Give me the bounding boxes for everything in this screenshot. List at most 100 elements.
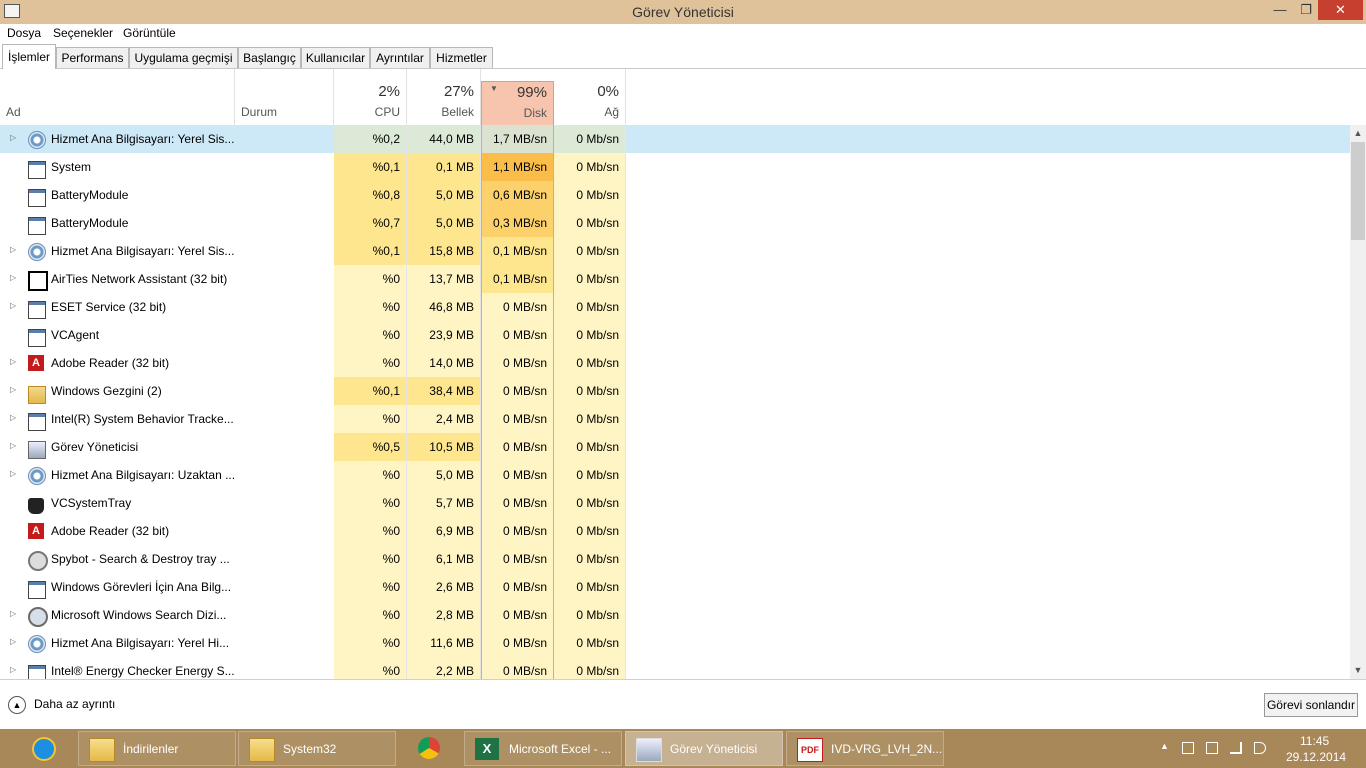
process-row[interactable]: ▷ ESET Service (32 bit) %0 46,8 MB 0 MB/sn 0 … xyxy=(0,293,1350,321)
folder-icon xyxy=(249,738,275,762)
cpu-cell: %0 xyxy=(334,265,407,293)
expand-arrow-icon[interactable]: ▷ xyxy=(10,245,16,254)
taskbar-downloads[interactable]: İndirilenler xyxy=(78,731,236,766)
process-row[interactable]: ▷ Intel® Energy Checker Energy S... %0 2,2 … xyxy=(0,657,1350,679)
disk-cell: 0 MB/sn xyxy=(481,321,554,349)
process-row[interactable]: System %0,1 0,1 MB 1,1 MB/sn 0 Mb/sn xyxy=(0,153,1350,181)
process-row[interactable]: ▷ A Adobe Reader (32 bit) %0 14,0 MB 0 MB/sn 0… xyxy=(0,349,1350,377)
window-icon xyxy=(28,665,46,679)
network-cell: 0 Mb/sn xyxy=(554,209,626,237)
expand-arrow-icon[interactable]: ▷ xyxy=(10,609,16,618)
disk-cell: 0 MB/sn xyxy=(481,657,554,679)
tab-details[interactable]: Ayrıntılar xyxy=(370,47,430,68)
disk-percent: 99% xyxy=(516,84,547,101)
vc-tray-icon xyxy=(28,498,44,514)
show-hidden-icons-icon[interactable]: ▲ xyxy=(1160,741,1169,751)
header-network[interactable]: 0% Ağ xyxy=(554,69,626,125)
taskbar-task-manager[interactable]: Görev Yöneticisi xyxy=(625,731,783,766)
tab-startup[interactable]: Başlangıç xyxy=(238,47,301,68)
process-row[interactable]: ▷ Görev Yöneticisi %0,5 10,5 MB 0 MB/sn 0 Mb/… xyxy=(0,433,1350,461)
close-button[interactable]: ✕ xyxy=(1318,0,1363,20)
process-row[interactable]: ▷ Hizmet Ana Bilgisayarı: Yerel Hi... %0 11… xyxy=(0,629,1350,657)
process-row[interactable]: ▷ Hizmet Ana Bilgisayarı: Yerel Sis... %0,… xyxy=(0,125,1350,153)
process-row[interactable]: ▷ Windows Gezgini (2) %0,1 38,4 MB 0 MB/sn 0 … xyxy=(0,377,1350,405)
menu-options[interactable]: Seçenekler xyxy=(53,26,113,40)
scroll-thumb[interactable] xyxy=(1351,142,1365,240)
process-name: Hizmet Ana Bilgisayarı: Uzaktan ... xyxy=(51,468,236,482)
fewer-details-link[interactable]: Daha az ayrıntı xyxy=(34,697,115,711)
process-name: Intel(R) System Behavior Tracke... xyxy=(51,412,234,426)
expand-arrow-icon[interactable]: ▷ xyxy=(10,413,16,422)
scroll-down-icon[interactable]: ▼ xyxy=(1350,662,1366,679)
disk-cell: 0,3 MB/sn xyxy=(481,209,554,237)
expand-arrow-icon[interactable]: ▷ xyxy=(10,469,16,478)
process-row[interactable]: ▷ AirTies Network Assistant (32 bit) %0 13,… xyxy=(0,265,1350,293)
expand-arrow-icon[interactable]: ▷ xyxy=(10,273,16,282)
process-row[interactable]: ▷ Microsoft Windows Search Dizi... %0 2,8 M… xyxy=(0,601,1350,629)
header-status[interactable]: Durum xyxy=(235,69,334,125)
menu-view[interactable]: Görüntüle xyxy=(123,26,176,40)
vertical-scrollbar[interactable]: ▲ ▼ xyxy=(1350,125,1366,679)
memory-cell: 5,7 MB xyxy=(407,489,481,517)
tab-processes[interactable]: İşlemler xyxy=(2,44,56,69)
process-row[interactable]: BatteryModule %0,8 5,0 MB 0,6 MB/sn 0 Mb/sn xyxy=(0,181,1350,209)
scroll-up-icon[interactable]: ▲ xyxy=(1350,125,1366,142)
tab-app-history[interactable]: Uygulama geçmişi xyxy=(129,47,238,68)
process-name: Hizmet Ana Bilgisayarı: Yerel Sis... xyxy=(51,132,235,146)
process-row[interactable]: BatteryModule %0,7 5,0 MB 0,3 MB/sn 0 Mb/sn xyxy=(0,209,1350,237)
process-row[interactable]: Windows Görevleri İçin Ana Bilg... %0 2,6 … xyxy=(0,573,1350,601)
disk-cell: 0 MB/sn xyxy=(481,573,554,601)
taskbar-excel[interactable]: X Microsoft Excel - ... xyxy=(464,731,622,766)
taskbar-system32[interactable]: System32 xyxy=(238,731,396,766)
cpu-cell: %0 xyxy=(334,517,407,545)
excel-icon: X xyxy=(475,738,499,760)
volume-icon[interactable] xyxy=(1254,742,1266,754)
cpu-cell: %0 xyxy=(334,405,407,433)
network-cell: 0 Mb/sn xyxy=(554,153,626,181)
header-disk[interactable]: ▼ 99% Disk xyxy=(481,81,554,125)
header-memory[interactable]: 27% Bellek xyxy=(407,69,481,125)
gear-icon xyxy=(28,131,46,149)
process-row[interactable]: A Adobe Reader (32 bit) %0 6,9 MB 0 MB/sn 0 M… xyxy=(0,517,1350,545)
memory-cell: 46,8 MB xyxy=(407,293,481,321)
end-task-button[interactable]: Görevi sonlandır xyxy=(1264,693,1358,717)
clock-date[interactable]: 29.12.2014 xyxy=(1286,750,1346,764)
network-signal-icon[interactable] xyxy=(1230,742,1242,754)
expand-arrow-icon[interactable]: ▷ xyxy=(10,441,16,450)
process-row[interactable]: VCAgent %0 23,9 MB 0 MB/sn 0 Mb/sn xyxy=(0,321,1350,349)
taskbar-pdf[interactable]: PDF IVD-VRG_LVH_2N... xyxy=(786,731,944,766)
process-row[interactable]: ▷ Hizmet Ana Bilgisayarı: Yerel Sis... %0,… xyxy=(0,237,1350,265)
taskbar-chrome[interactable] xyxy=(398,731,460,766)
process-row[interactable]: VCSystemTray %0 5,7 MB 0 MB/sn 0 Mb/sn xyxy=(0,489,1350,517)
process-name: Windows Gezgini (2) xyxy=(51,384,162,398)
expand-arrow-icon[interactable]: ▷ xyxy=(10,637,16,646)
header-cpu[interactable]: 2% CPU xyxy=(334,69,407,125)
maximize-button[interactable]: ❐ xyxy=(1294,0,1318,20)
expand-arrow-icon[interactable]: ▷ xyxy=(10,133,16,142)
process-row[interactable]: ▷ Hizmet Ana Bilgisayarı: Uzaktan ... %0 5,… xyxy=(0,461,1350,489)
gear-icon xyxy=(28,635,46,653)
expand-arrow-icon[interactable]: ▷ xyxy=(10,665,16,674)
expand-arrow-icon[interactable]: ▷ xyxy=(10,357,16,366)
clock-time[interactable]: 11:45 xyxy=(1300,734,1329,748)
tab-users[interactable]: Kullanıcılar xyxy=(301,47,370,68)
process-row[interactable]: Spybot - Search & Destroy tray ... %0 6,1 … xyxy=(0,545,1350,573)
cpu-cell: %0 xyxy=(334,321,407,349)
battery-icon[interactable] xyxy=(1206,742,1218,754)
process-list: ▷ Hizmet Ana Bilgisayarı: Yerel Sis... %0,… xyxy=(0,125,1350,679)
expand-arrow-icon[interactable]: ▷ xyxy=(10,301,16,310)
process-row[interactable]: ▷ Intel(R) System Behavior Tracke... %0 2,4… xyxy=(0,405,1350,433)
network-cell: 0 Mb/sn xyxy=(554,629,626,657)
menu-file[interactable]: Dosya xyxy=(7,26,41,40)
taskbar-ie[interactable] xyxy=(8,731,76,766)
tab-services[interactable]: Hizmetler xyxy=(430,47,493,68)
header-name[interactable]: Ad xyxy=(0,69,235,125)
keyboard-icon[interactable] xyxy=(1182,742,1194,754)
network-cell: 0 Mb/sn xyxy=(554,405,626,433)
memory-cell: 10,5 MB xyxy=(407,433,481,461)
minimize-button[interactable]: — xyxy=(1268,0,1292,20)
tab-performance[interactable]: Performans xyxy=(56,47,129,68)
expand-arrow-icon[interactable]: ▷ xyxy=(10,385,16,394)
chevron-up-icon[interactable]: ▲ xyxy=(8,696,26,714)
memory-cell: 5,0 MB xyxy=(407,461,481,489)
